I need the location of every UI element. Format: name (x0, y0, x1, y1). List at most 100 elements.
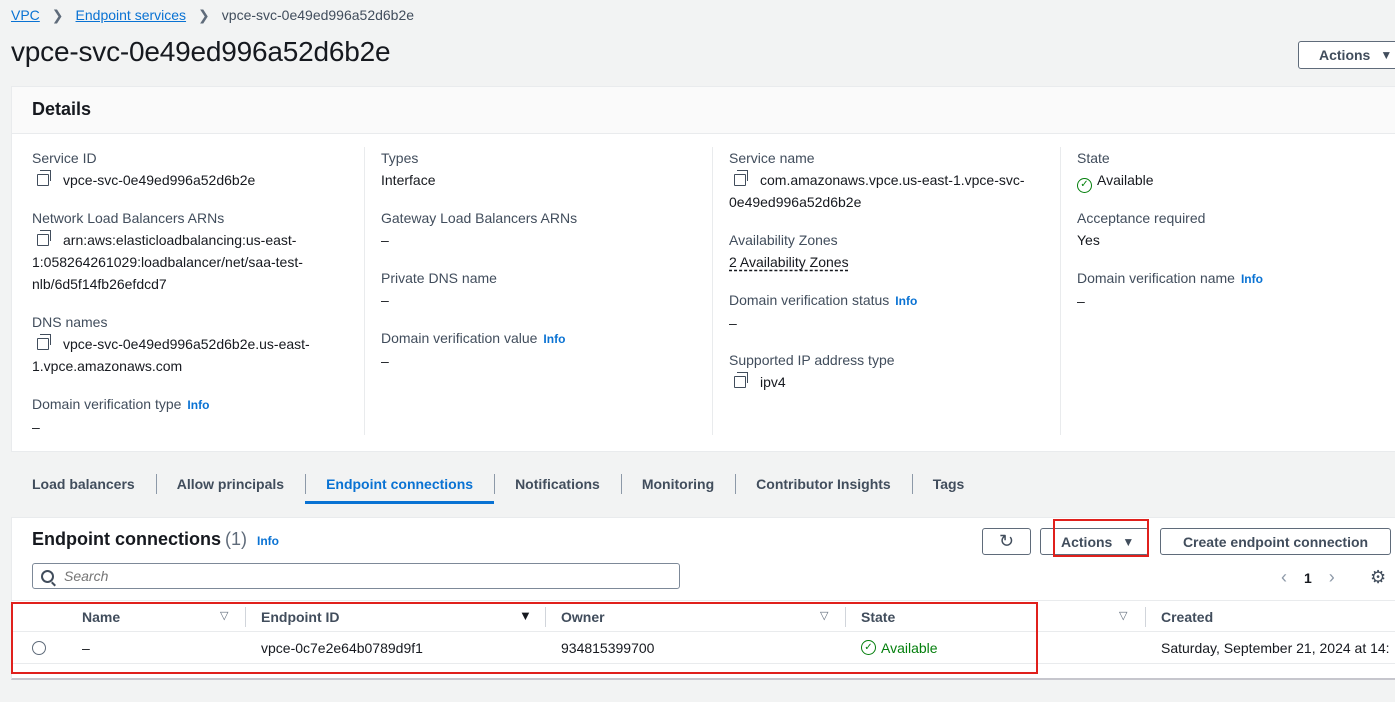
details-column-4: State ✓ Available Acceptance required Yes… (1060, 147, 1395, 435)
tab-monitoring[interactable]: Monitoring (620, 463, 735, 504)
info-link[interactable]: Info (187, 398, 209, 412)
details-panel: Details Service ID vpce-svc-0e49ed996a52… (11, 86, 1395, 452)
create-endpoint-connection-button[interactable]: Create endpoint connection (1160, 528, 1391, 555)
nlb-arns-label: Network Load Balancers ARNs (32, 210, 225, 226)
supported-ip-label: Supported IP address type (729, 352, 895, 368)
endpoint-connections-count: (1) (225, 529, 247, 549)
types-value: Interface (381, 172, 436, 188)
breadcrumb-current: vpce-svc-0e49ed996a52d6b2e (221, 7, 415, 23)
supported-ip-value: ipv4 (760, 374, 786, 390)
private-dns-value: – (381, 292, 389, 308)
endpoint-connections-heading: Endpoint connections (32, 529, 221, 549)
breadcrumb-vpc-link[interactable]: VPC (11, 7, 40, 23)
state-label: State (1077, 150, 1110, 166)
availability-zones-field: Availability Zones 2 Availability Zones (729, 229, 849, 273)
tab-load-balancers[interactable]: Load balancers (11, 463, 156, 504)
check-circle-icon: ✓ (1077, 177, 1092, 193)
domain-verification-status-value: – (729, 315, 737, 331)
dns-names-value-line1: vpce-svc-0e49ed996a52d6b2e.us-east- (63, 336, 310, 352)
availability-zones-label: Availability Zones (729, 232, 838, 248)
tab-contributor-insights[interactable]: Contributor Insights (735, 463, 912, 504)
nlb-arns-value-line2: 1:058264261029:loadbalancer/net/saa-test… (32, 254, 303, 270)
nlb-arns-field: Network Load Balancers ARNs arn:aws:elas… (32, 207, 303, 295)
state-value: Available (1097, 172, 1154, 188)
tab-allow-principals[interactable]: Allow principals (155, 463, 305, 504)
refresh-icon: ↻ (998, 531, 1015, 551)
tab-endpoint-connections[interactable]: Endpoint connections (305, 463, 495, 504)
info-link[interactable]: Info (1241, 272, 1263, 286)
column-created-label: Created (1161, 608, 1214, 625)
dns-names-label: DNS names (32, 314, 108, 330)
acceptance-required-value: Yes (1077, 232, 1100, 248)
domain-verification-value-label: Domain verification value (381, 330, 538, 346)
search-input[interactable] (64, 568, 624, 584)
cell-created: Saturday, September 21, 2024 at 14: (1161, 639, 1390, 656)
service-name-value-line1: com.amazonaws.vpce.us-east-1.vpce-svc- (760, 172, 1025, 188)
info-link[interactable]: Info (257, 534, 279, 548)
copy-icon[interactable] (37, 334, 51, 350)
supported-ip-field: Supported IP address type ipv4 (729, 349, 895, 393)
service-name-field: Service name com.amazonaws.vpce.us-east-… (729, 147, 1025, 213)
domain-verification-name-label: Domain verification name (1077, 270, 1235, 286)
search-box (32, 563, 680, 589)
chevron-right-icon: ❯ (198, 6, 210, 23)
domain-verification-value-value: – (381, 353, 389, 369)
service-id-field: Service ID vpce-svc-0e49ed996a52d6b2e (32, 147, 255, 191)
domain-verification-name-value: – (1077, 293, 1085, 309)
breadcrumb: VPC ❯ Endpoint services ❯ vpce-svc-0e49e… (11, 5, 414, 25)
search-icon (41, 569, 54, 583)
service-name-value-line2: 0e49ed996a52d6b2e (729, 194, 862, 210)
tab-tags[interactable]: Tags (911, 463, 986, 504)
endpoint-connections-title: Endpoint connections (1) Info (32, 529, 279, 550)
info-link[interactable]: Info (543, 332, 565, 346)
breadcrumb-endpoint-services-link[interactable]: Endpoint services (76, 7, 187, 23)
domain-verification-status-label: Domain verification status (729, 292, 890, 308)
highlight-box-actions (1053, 519, 1149, 557)
header-actions-label: Actions (1319, 47, 1371, 63)
pagination: ‹ 1 › (1274, 567, 1342, 588)
copy-icon[interactable] (734, 170, 748, 186)
caret-down-icon: ▼ (1380, 48, 1393, 62)
copy-icon[interactable] (734, 372, 748, 388)
domain-verification-value-field: Domain verification value Info – (381, 327, 565, 372)
domain-verification-status-field: Domain verification status Info – (729, 289, 917, 334)
state-field: State ✓ Available (1077, 147, 1154, 193)
nlb-arns-value-line1: arn:aws:elasticloadbalancing:us-east- (63, 232, 297, 248)
acceptance-required-field: Acceptance required Yes (1077, 207, 1205, 251)
chevron-right-icon[interactable]: › (1322, 567, 1342, 588)
details-column-1: Service ID vpce-svc-0e49ed996a52d6b2e Ne… (12, 147, 364, 435)
gwlb-arns-value: – (381, 232, 389, 248)
service-id-label: Service ID (32, 150, 97, 166)
private-dns-field: Private DNS name – (381, 267, 497, 311)
acceptance-required-label: Acceptance required (1077, 210, 1206, 226)
service-id-value: vpce-svc-0e49ed996a52d6b2e (63, 172, 256, 188)
domain-verification-type-field: Domain verification type Info – (32, 393, 209, 438)
details-column-2: Types Interface Gateway Load Balancers A… (364, 147, 712, 435)
chevron-left-icon[interactable]: ‹ (1274, 567, 1294, 588)
domain-verification-type-value: – (32, 419, 40, 435)
availability-zones-value[interactable]: 2 Availability Zones (729, 251, 849, 273)
page-title: vpce-svc-0e49ed996a52d6b2e (11, 36, 391, 67)
nlb-arns-value-line3: nlb/6d5f14fb26efdcd7 (32, 276, 167, 292)
highlight-box-table (11, 602, 1038, 674)
current-page[interactable]: 1 (1304, 570, 1312, 586)
dns-names-field: DNS names vpce-svc-0e49ed996a52d6b2e.us-… (32, 311, 310, 377)
types-label: Types (381, 150, 419, 166)
copy-icon[interactable] (37, 170, 51, 186)
types-field: Types Interface (381, 147, 435, 191)
column-header-created[interactable]: Created (1145, 601, 1395, 632)
details-column-3: Service name com.amazonaws.vpce.us-east-… (712, 147, 1060, 435)
copy-icon[interactable] (37, 230, 51, 246)
gwlb-arns-field: Gateway Load Balancers ARNs – (381, 207, 577, 251)
gear-icon[interactable]: ⚙ (1370, 567, 1386, 588)
endpoint-connections-panel: Endpoint connections (1) Info ↻ Actions ▼ … (11, 517, 1395, 680)
refresh-button[interactable]: ↻ (982, 528, 1031, 555)
chevron-right-icon: ❯ (51, 6, 64, 23)
details-title: Details (12, 87, 1395, 134)
domain-verification-name-field: Domain verification name Info – (1077, 267, 1263, 312)
info-link[interactable]: Info (895, 294, 917, 308)
tab-notifications[interactable]: Notifications (494, 463, 621, 504)
sort-icon[interactable]: ▽ (1119, 609, 1127, 622)
dns-names-value-line2: 1.vpce.amazonaws.com (32, 358, 183, 374)
header-actions-button[interactable]: Actions ▼ (1298, 41, 1395, 69)
